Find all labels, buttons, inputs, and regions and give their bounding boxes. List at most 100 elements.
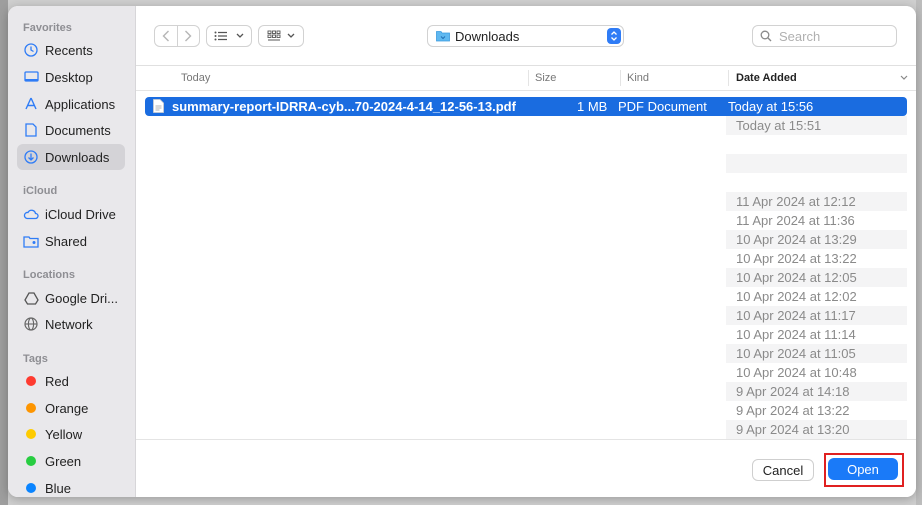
pdf-file-icon (153, 99, 164, 113)
date-cell: 10 Apr 2024 at 11:05 (726, 344, 907, 363)
date-cell (726, 173, 907, 192)
sidebar-item-applications[interactable]: Applications (17, 91, 125, 117)
desktop-icon (23, 69, 39, 85)
column-divider (528, 70, 529, 86)
date-cell: 9 Apr 2024 at 14:18 (726, 382, 907, 401)
sidebar-item-documents[interactable]: Documents (17, 117, 125, 143)
column-header: Today Size Kind Date Added (136, 66, 916, 91)
dialog-footer: Cancel Open (136, 439, 916, 497)
date-cell: 10 Apr 2024 at 13:29 (726, 230, 907, 249)
column-name-header[interactable]: Today (181, 72, 210, 84)
sidebar-item-network[interactable]: Network (17, 311, 125, 337)
document-icon (23, 122, 39, 138)
sidebar-tag-red[interactable]: Red (17, 368, 125, 394)
open-button[interactable]: Open (828, 458, 898, 480)
backdrop-right-strip (916, 0, 922, 505)
sidebar-item-google-drive[interactable]: Google Dri... (17, 285, 125, 311)
sidebar-item-recents[interactable]: Recents (17, 37, 125, 63)
date-cell (726, 154, 907, 173)
sidebar-item-label: Shared (45, 233, 87, 249)
sidebar: Favorites Recents Desktop Applications D… (8, 6, 136, 497)
backdrop-left-strip (0, 0, 8, 505)
sidebar-tag-orange[interactable]: Orange (17, 395, 125, 421)
date-cell: 10 Apr 2024 at 11:17 (726, 306, 907, 325)
sidebar-item-label: Green (45, 453, 82, 469)
search-input[interactable] (777, 27, 891, 45)
main-pane: Downloads Today Size Kind Date Added (136, 6, 916, 497)
sidebar-item-desktop[interactable]: Desktop (17, 64, 125, 90)
file-date-added: Today at 15:56 (728, 99, 814, 114)
sidebar-item-icloud-drive[interactable]: iCloud Drive (17, 201, 125, 227)
section-tags: Tags (23, 353, 48, 365)
drive-icon (23, 290, 39, 306)
location-stepper[interactable] (607, 28, 621, 44)
chevron-down-icon (287, 33, 295, 38)
search-icon (760, 30, 772, 42)
location-label: Downloads (455, 28, 520, 44)
up-down-chevron-icon (611, 31, 617, 41)
list-view-button[interactable] (206, 25, 252, 47)
green-tag-icon (26, 456, 36, 466)
download-icon (23, 149, 39, 165)
applications-icon (23, 96, 39, 112)
date-cell (726, 135, 907, 154)
list-view-icon (214, 31, 227, 41)
column-kind-header[interactable]: Kind (627, 72, 649, 84)
section-icloud: iCloud (23, 185, 58, 197)
column-date-header[interactable]: Date Added (736, 72, 797, 84)
sidebar-item-label: Yellow (45, 426, 83, 442)
date-cell: 11 Apr 2024 at 11:36 (736, 213, 855, 228)
column-size-header[interactable]: Size (535, 72, 556, 84)
sidebar-item-label: Applications (45, 96, 116, 112)
search-field[interactable] (752, 25, 897, 47)
sidebar-item-label: Documents (45, 122, 111, 138)
grid-view-icon (267, 30, 281, 41)
shared-folder-icon (23, 233, 39, 249)
section-favorites: Favorites (23, 22, 72, 34)
date-cell: 10 Apr 2024 at 10:48 (736, 365, 857, 380)
date-cell: 9 Apr 2024 at 13:20 (726, 420, 907, 439)
sidebar-tag-green[interactable]: Green (17, 448, 125, 474)
sidebar-item-label: Blue (45, 480, 72, 496)
cloud-icon (23, 206, 39, 222)
date-cell: 10 Apr 2024 at 13:22 (736, 251, 857, 266)
date-cell: 10 Apr 2024 at 12:05 (726, 268, 907, 287)
date-cell: 10 Apr 2024 at 11:14 (736, 327, 856, 342)
sidebar-item-shared[interactable]: Shared (17, 228, 125, 254)
file-list: summary-report-IDRRA-cyb...70-2024-4-14_… (136, 91, 916, 439)
sidebar-item-label: iCloud Drive (45, 206, 116, 222)
forward-button[interactable] (178, 26, 200, 46)
red-tag-icon (26, 376, 36, 386)
file-size: 1 MB (577, 99, 608, 114)
yellow-tag-icon (26, 429, 36, 439)
column-divider (728, 70, 729, 86)
sidebar-item-label: Orange (45, 400, 89, 416)
date-cell: 9 Apr 2024 at 13:22 (736, 403, 850, 418)
date-cell: 10 Apr 2024 at 12:02 (736, 289, 857, 304)
sidebar-item-label: Network (45, 316, 93, 332)
sidebar-tag-yellow[interactable]: Yellow (17, 421, 125, 447)
location-popup[interactable]: Downloads (427, 25, 624, 47)
sidebar-item-label: Google Dri... (45, 290, 118, 306)
section-locations: Locations (23, 269, 75, 281)
sort-chevron-icon (900, 75, 908, 80)
file-kind: PDF Document (618, 99, 707, 114)
orange-tag-icon (26, 403, 36, 413)
toolbar: Downloads (136, 6, 916, 66)
folder-icon (436, 30, 450, 42)
sidebar-item-label: Red (45, 373, 69, 389)
group-view-button[interactable] (258, 25, 304, 47)
sidebar-item-downloads[interactable]: Downloads (17, 144, 125, 170)
column-divider (620, 70, 621, 86)
sidebar-tag-blue[interactable]: Blue (17, 475, 125, 497)
file-row-selected[interactable]: summary-report-IDRRA-cyb...70-2024-4-14_… (145, 97, 907, 116)
sidebar-item-label: Downloads (45, 149, 110, 165)
chevron-right-icon (185, 30, 192, 42)
open-file-dialog: Favorites Recents Desktop Applications D… (8, 6, 916, 497)
date-cell: Today at 15:51 (726, 116, 907, 135)
cancel-button[interactable]: Cancel (752, 459, 814, 481)
back-button[interactable] (155, 26, 177, 46)
date-cell: 11 Apr 2024 at 12:12 (726, 192, 907, 211)
file-name: summary-report-IDRRA-cyb...70-2024-4-14_… (172, 99, 516, 114)
blue-tag-icon (26, 483, 36, 493)
